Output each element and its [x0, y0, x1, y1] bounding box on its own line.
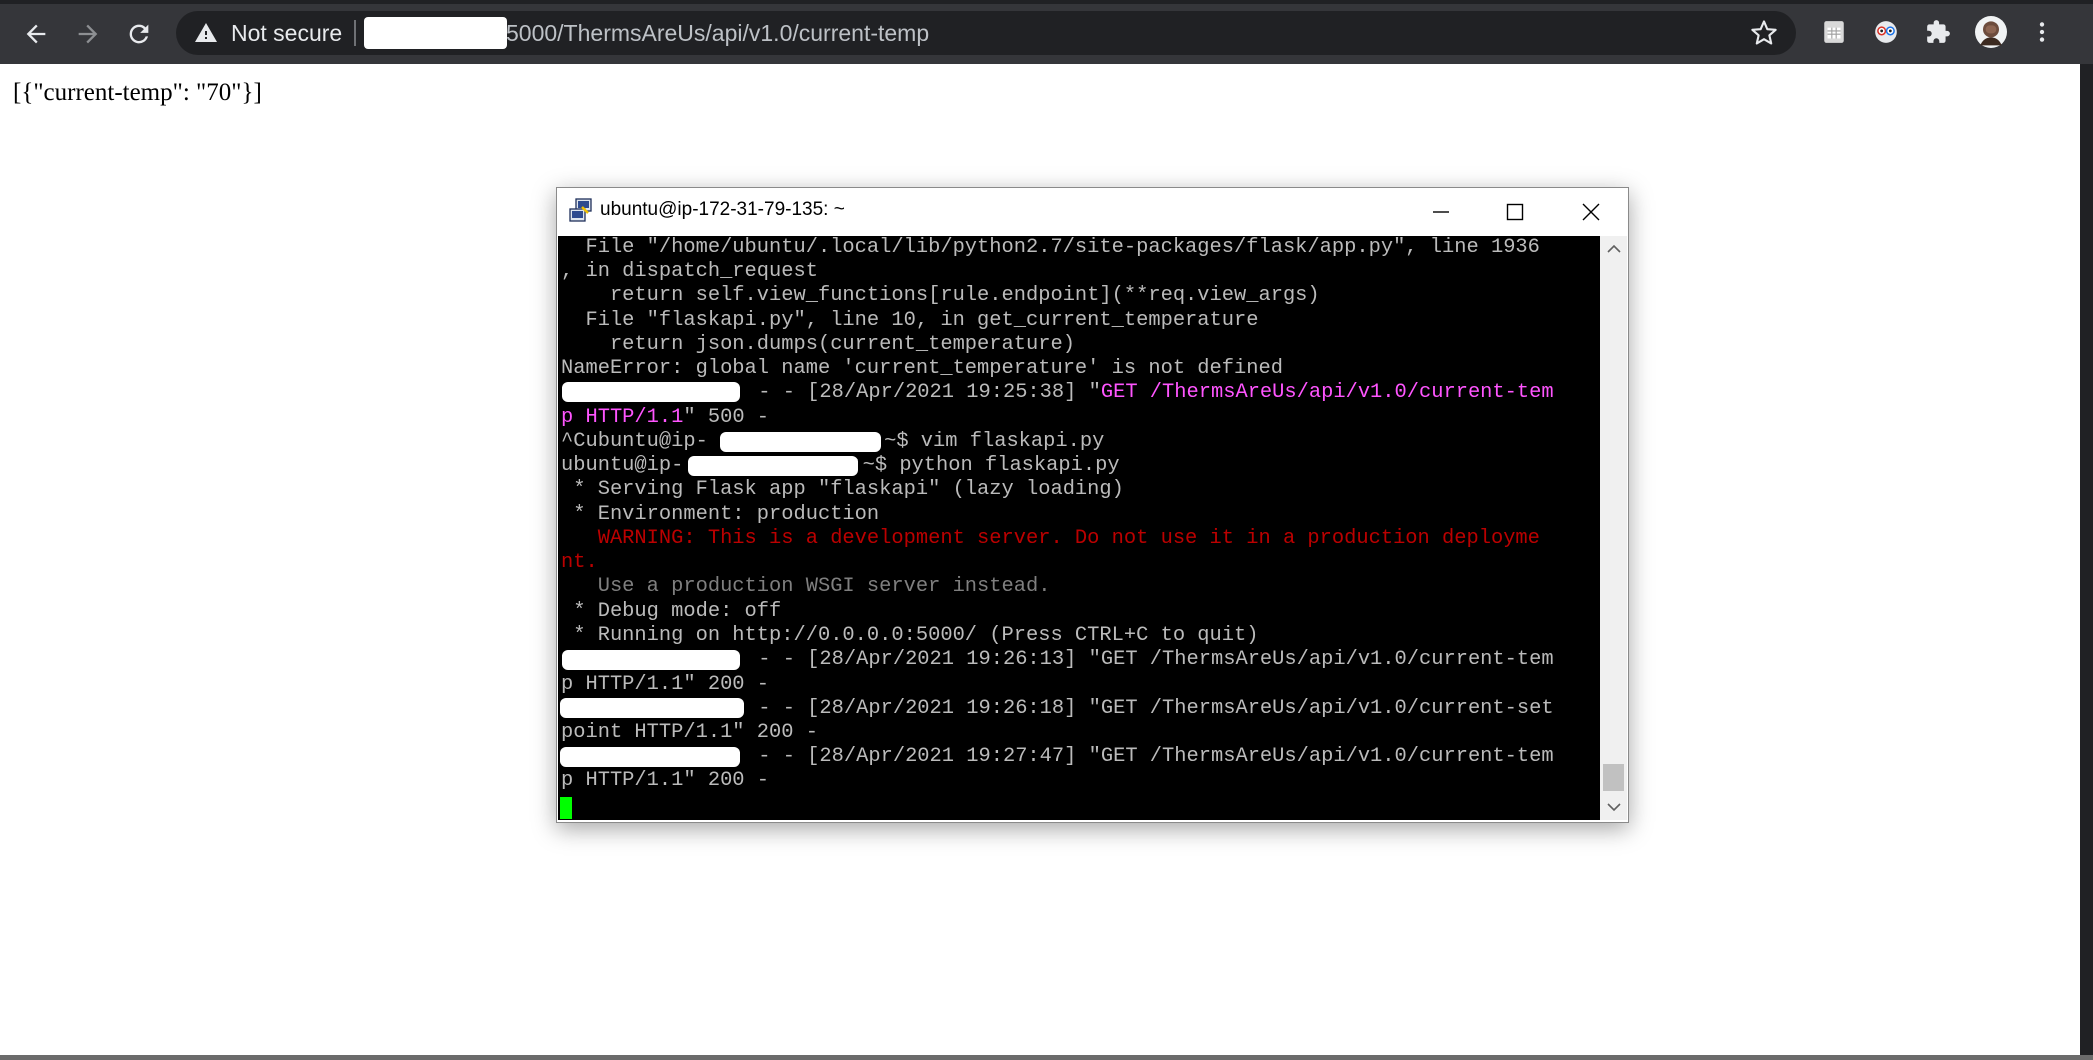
back-button[interactable]	[16, 14, 56, 54]
maximize-icon	[1506, 203, 1524, 220]
terminal-line: * Running on http://0.0.0.0:5000/ (Press…	[561, 624, 1259, 647]
tab-strip	[0, 0, 2093, 4]
redacted-ip	[562, 382, 740, 402]
not-secure-label[interactable]: Not secure	[231, 20, 342, 47]
forward-arrow-icon	[78, 24, 98, 44]
terminal-line: File "/home/ubuntu/.local/lib/python2.7/…	[561, 236, 1540, 259]
minimize-icon	[1433, 210, 1449, 213]
maximize-button[interactable]	[1478, 188, 1552, 235]
back-arrow-icon	[26, 24, 46, 44]
address-bar[interactable]: Not secure 5000/ThermsAreUs/api/v1.0/cur…	[176, 11, 1796, 55]
redacted-ip	[560, 747, 740, 767]
terminal-line: * Environment: production	[561, 503, 880, 526]
redacted-ip	[562, 650, 740, 670]
avatar[interactable]	[1975, 16, 2007, 48]
puzzle-icon[interactable]	[1922, 16, 1954, 48]
terminal-line: p HTTP/1.1" 200 -	[561, 769, 770, 792]
terminal-line: - - [28/Apr/2021 19:27:47] "GET /ThermsA…	[746, 745, 1554, 768]
browser-toolbar: Not secure 5000/ThermsAreUs/api/v1.0/cur…	[0, 0, 2093, 64]
log-text: - - [28/Apr/2021 19:25:38] "	[746, 381, 1101, 404]
terminal-line: Use a production WSGI server instead.	[561, 575, 1051, 598]
redacted-host	[364, 17, 507, 49]
close-button[interactable]	[1554, 188, 1628, 235]
redacted-host	[688, 456, 858, 476]
terminal-line: * Debug mode: off	[561, 600, 782, 623]
warning-icon	[195, 23, 217, 42]
url-text[interactable]: 5000/ThermsAreUs/api/v1.0/current-temp	[506, 20, 929, 47]
minimize-button[interactable]	[1404, 188, 1478, 235]
log-text: " 500 -	[683, 406, 770, 429]
window-titlebar[interactable]: ubuntu@ip-172-31-79-135: ~	[557, 188, 1628, 235]
prompt-text: ^Cubuntu@ip-	[561, 430, 708, 453]
terminal-line: - - [28/Apr/2021 19:26:18] "GET /ThermsA…	[746, 697, 1554, 720]
terminal-output[interactable]: File "/home/ubuntu/.local/lib/python2.7/…	[558, 236, 1600, 820]
terminal-line: - - [28/Apr/2021 19:25:38] "GET /ThermsA…	[746, 381, 1554, 405]
chevron-up-icon	[1606, 244, 1621, 253]
separator	[354, 20, 356, 46]
log-request-highlight: GET /ThermsAreUs/api/v1.0/current-tem	[1100, 381, 1554, 404]
terminal-line: point HTTP/1.1" 200 -	[561, 721, 818, 744]
more-vert-icon[interactable]	[2026, 16, 2058, 48]
terminal-line: p HTTP/1.1" 500 -	[561, 406, 769, 430]
close-icon	[1582, 203, 1600, 220]
redacted-host	[720, 432, 881, 452]
terminal-cursor	[560, 797, 572, 819]
command-text: :~$ vim flaskapi.py	[871, 430, 1105, 453]
terminal-line: NameError: global name 'current_temperat…	[561, 357, 1283, 380]
json-response: [{"current-temp": "70"}]	[13, 79, 262, 106]
scroll-up-button[interactable]	[1600, 236, 1627, 262]
putty-window[interactable]: ubuntu@ip-172-31-79-135: ~ File "/home/u…	[556, 187, 1629, 823]
terminal-line: File "flaskapi.py", line 10, in get_curr…	[561, 309, 1259, 332]
terminal-line: * Serving Flask app "flaskapi" (lazy loa…	[561, 478, 1124, 501]
taskbar-strip	[0, 1055, 2093, 1060]
scroll-thumb[interactable]	[1603, 764, 1624, 791]
terminal-line: return self.view_functions[rule.endpoint…	[561, 284, 1320, 307]
page-scrollbar[interactable]	[2080, 64, 2093, 1055]
putty-icon	[569, 198, 592, 222]
redacted-ip	[560, 698, 744, 718]
terminal-line: , in dispatch_request	[561, 260, 818, 283]
terminal-line: p HTTP/1.1" 200 -	[561, 673, 770, 696]
terminal-line: - - [28/Apr/2021 19:26:13] "GET /ThermsA…	[746, 648, 1554, 671]
terminal-line: return json.dumps(current_temperature)	[561, 333, 1075, 356]
reload-button[interactable]	[119, 14, 159, 54]
sheets-extension-icon[interactable]	[1818, 16, 1850, 48]
chevron-down-icon	[1606, 803, 1621, 812]
prompt-text: ubuntu@ip-	[561, 454, 684, 477]
warning-line: nt.	[561, 551, 598, 574]
command-text: :~$ python flaskapi.py	[850, 454, 1120, 477]
forward-button[interactable]	[68, 14, 108, 54]
terminal-scrollbar[interactable]	[1600, 236, 1627, 820]
scroll-down-button[interactable]	[1600, 794, 1627, 820]
eyes-extension-icon[interactable]	[1870, 16, 1902, 48]
star-icon[interactable]	[1750, 19, 1778, 47]
warning-line: WARNING: This is a development server. D…	[561, 527, 1540, 550]
window-title: ubuntu@ip-172-31-79-135: ~	[600, 199, 845, 220]
reload-icon	[129, 24, 149, 44]
log-request-highlight: p HTTP/1.1	[561, 406, 684, 429]
